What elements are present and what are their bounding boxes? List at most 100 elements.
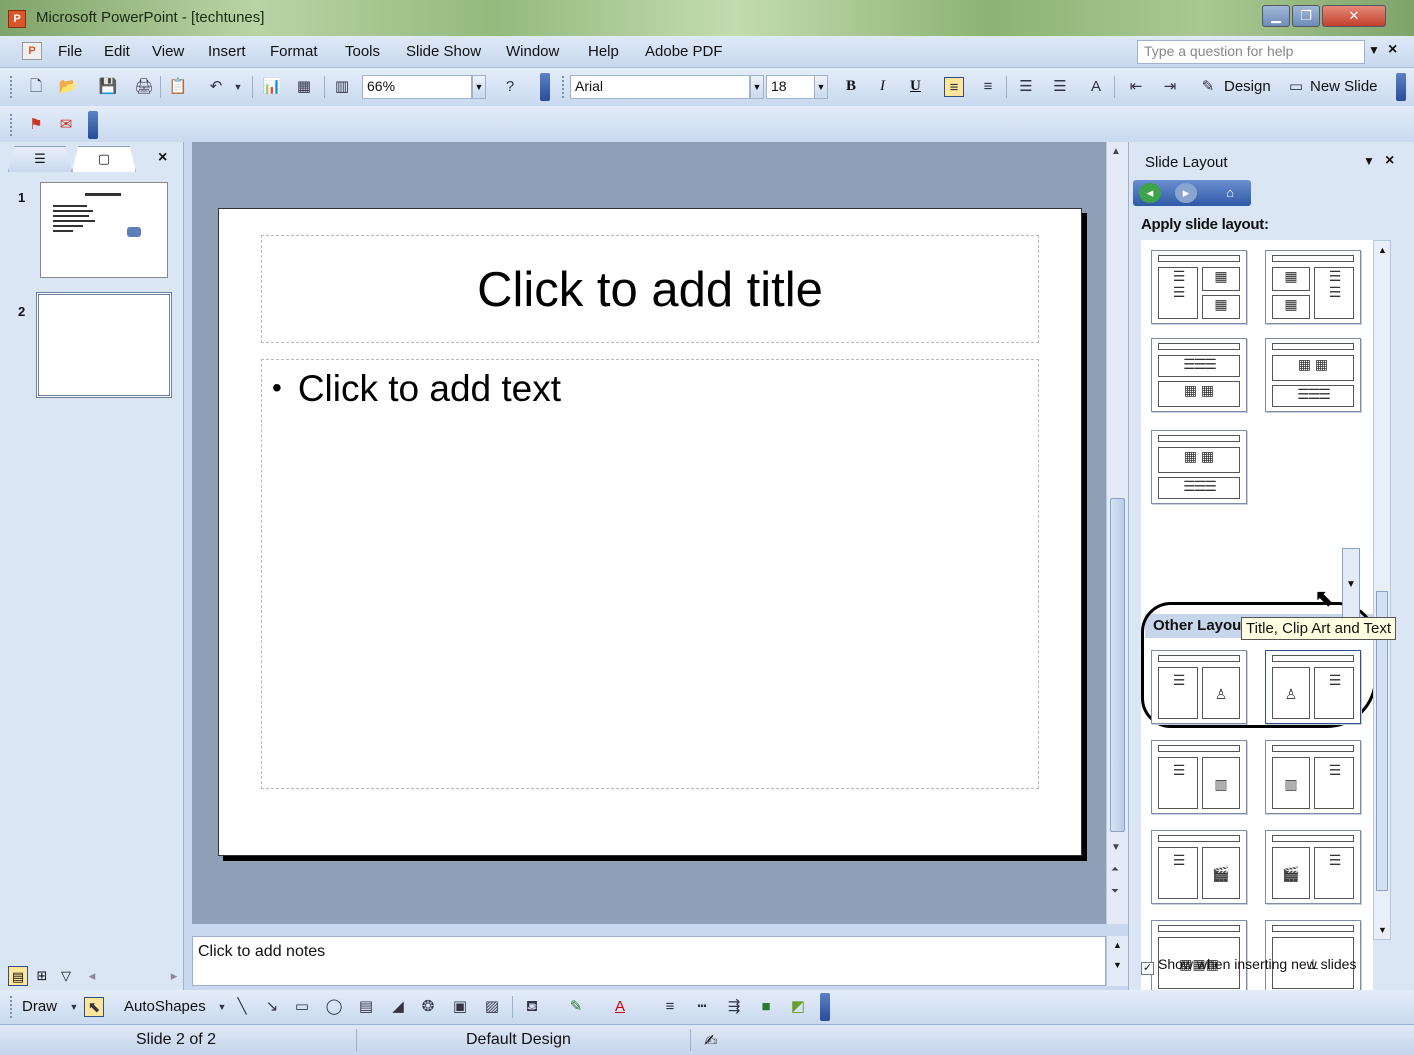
diagram-icon[interactable]: ❂ bbox=[418, 997, 438, 1017]
layout-title-text-content[interactable]: ☰☰☰ ▦ ▦ bbox=[1151, 338, 1247, 412]
insert-chart-icon[interactable]: 📊 bbox=[262, 77, 282, 97]
draw-menu-button[interactable]: Draw bbox=[22, 998, 57, 1015]
menu-file[interactable]: File bbox=[58, 43, 82, 60]
tab-outline[interactable]: ☰ bbox=[8, 146, 72, 172]
grid-icon[interactable]: ▥ bbox=[332, 77, 352, 97]
menu-edit[interactable]: Edit bbox=[104, 43, 130, 60]
toolbar-options-chevron[interactable] bbox=[1396, 73, 1406, 101]
document-icon[interactable]: P bbox=[22, 42, 42, 60]
normal-view-icon[interactable]: ▤ bbox=[8, 966, 28, 986]
paste-icon[interactable]: 📋 bbox=[168, 77, 188, 97]
menu-adobe-pdf[interactable]: Adobe PDF bbox=[645, 43, 723, 60]
chevron-down-icon[interactable]: ▼ bbox=[212, 997, 232, 1017]
chevron-down-icon[interactable]: ▼ bbox=[814, 75, 828, 99]
layout-title-text-media[interactable]: ☰ 🎬 bbox=[1151, 830, 1247, 904]
print-icon[interactable]: 🖨 bbox=[134, 77, 154, 97]
show-when-inserting-checkbox[interactable]: ✓ Show when inserting new slides bbox=[1141, 956, 1356, 975]
autoshapes-menu-button[interactable]: AutoShapes bbox=[124, 998, 206, 1015]
menu-tools[interactable]: Tools bbox=[345, 43, 380, 60]
layout-four-content[interactable]: ▦ ▦ ☰☰☰ bbox=[1151, 430, 1247, 504]
toolbar-grip[interactable] bbox=[10, 996, 13, 1018]
help-icon[interactable]: ? bbox=[500, 77, 520, 97]
font-select[interactable]: Arial bbox=[570, 75, 750, 99]
slide-sorter-icon[interactable]: ⊞ bbox=[32, 966, 52, 986]
insert-picture-icon[interactable]: ▨ bbox=[482, 997, 502, 1017]
close-document-icon[interactable]: × bbox=[1388, 41, 1397, 59]
scroll-left-icon[interactable]: ◂ bbox=[82, 966, 102, 986]
new-slide-button[interactable]: New Slide bbox=[1310, 78, 1378, 95]
toolbar-options-chevron[interactable] bbox=[540, 73, 550, 101]
convert-to-pdf-icon[interactable]: ⚑ bbox=[26, 115, 46, 135]
chevron-down-icon[interactable]: ▼ bbox=[64, 997, 84, 1017]
toolbar-grip[interactable] bbox=[10, 114, 13, 136]
line-color-icon[interactable]: ✎ bbox=[566, 997, 586, 1017]
decrease-indent-icon[interactable]: ⇤ bbox=[1126, 77, 1146, 97]
save-icon[interactable]: 💾 bbox=[98, 77, 118, 97]
next-slide-icon[interactable]: ⏷ bbox=[1111, 886, 1119, 897]
new-slide-icon[interactable]: ▭ bbox=[1286, 77, 1306, 97]
task-pane-scrollbar[interactable]: ▲ ▼ bbox=[1373, 240, 1391, 940]
design-icon[interactable]: ✎ bbox=[1198, 77, 1218, 97]
arrow-icon[interactable]: ↘ bbox=[262, 997, 282, 1017]
slide-vertical-scrollbar[interactable]: ▲ ▼ ⏶ ⏷ bbox=[1106, 142, 1128, 924]
toolbar-options-chevron[interactable] bbox=[88, 111, 98, 139]
bold-button[interactable]: B bbox=[846, 78, 856, 95]
underline-button[interactable]: U bbox=[910, 78, 921, 95]
menu-window[interactable]: Window bbox=[506, 43, 559, 60]
rectangle-icon[interactable]: ▭ bbox=[292, 997, 312, 1017]
increase-font-icon[interactable]: A bbox=[1086, 77, 1106, 97]
help-search-input[interactable]: Type a question for help bbox=[1137, 40, 1365, 64]
powerpoint-app-icon[interactable]: P bbox=[8, 10, 26, 28]
close-window-button[interactable]: ✕ bbox=[1322, 5, 1386, 27]
align-left-icon[interactable]: ≡ bbox=[944, 77, 964, 97]
wordart-icon[interactable]: ◢ bbox=[388, 997, 408, 1017]
layout-dropdown-button[interactable]: ▼ bbox=[1342, 548, 1360, 620]
scrollbar-thumb[interactable] bbox=[1110, 498, 1125, 832]
home-icon[interactable]: ⌂ bbox=[1219, 183, 1241, 203]
italic-button[interactable]: I bbox=[880, 78, 885, 95]
scroll-down-icon[interactable]: ▼ bbox=[1111, 842, 1121, 853]
insert-table-icon[interactable]: ▦ bbox=[294, 77, 314, 97]
fill-color-icon[interactable]: ⛾ bbox=[522, 997, 542, 1017]
notes-scrollbar[interactable]: ▲ ▼ bbox=[1106, 936, 1128, 986]
design-button[interactable]: Design bbox=[1224, 78, 1271, 95]
3d-style-icon[interactable]: ◩ bbox=[788, 997, 808, 1017]
increase-indent-icon[interactable]: ⇥ bbox=[1160, 77, 1180, 97]
back-arrow-icon[interactable]: ◂ bbox=[1139, 183, 1161, 203]
font-size-select[interactable]: 18 bbox=[766, 75, 816, 99]
menu-view[interactable]: View bbox=[152, 43, 184, 60]
layout-text-and-content[interactable]: ☰ ☰ ▦ ▦ bbox=[1151, 250, 1247, 324]
toolbar-options-chevron[interactable] bbox=[820, 993, 830, 1021]
scroll-right-icon[interactable]: ▸ bbox=[164, 966, 184, 986]
slide-thumbnail-1[interactable] bbox=[40, 182, 168, 278]
line-style-icon[interactable]: ≡ bbox=[660, 997, 680, 1017]
close-icon[interactable]: × bbox=[1385, 152, 1394, 170]
line-icon[interactable]: ╲ bbox=[232, 997, 252, 1017]
minimize-button[interactable]: ▁ bbox=[1262, 5, 1290, 27]
toolbar-grip[interactable] bbox=[10, 76, 13, 98]
close-icon[interactable]: × bbox=[158, 149, 167, 167]
numbering-icon[interactable]: ☰ bbox=[1016, 77, 1036, 97]
chevron-down-icon[interactable]: ▼ bbox=[750, 75, 764, 99]
layout-title-text-clipart[interactable]: ☰ ♙ bbox=[1151, 650, 1247, 724]
new-document-icon[interactable]: 🗋 bbox=[26, 77, 46, 97]
oval-icon[interactable]: ◯ bbox=[324, 997, 344, 1017]
open-folder-icon[interactable]: 📂 bbox=[58, 77, 78, 97]
title-placeholder[interactable]: Click to add title bbox=[261, 235, 1039, 343]
layout-title-content-text[interactable]: ▦ ▦ ☰☰☰ bbox=[1265, 338, 1361, 412]
shadow-style-icon[interactable]: ■ bbox=[756, 997, 776, 1017]
task-pane-title[interactable]: Slide Layout bbox=[1145, 154, 1228, 171]
scroll-up-icon[interactable]: ▲ bbox=[1378, 245, 1387, 255]
scroll-up-icon[interactable]: ▲ bbox=[1111, 146, 1121, 157]
menu-slide-show[interactable]: Slide Show bbox=[406, 43, 481, 60]
menu-insert[interactable]: Insert bbox=[208, 43, 246, 60]
chevron-down-icon[interactable]: ▼ bbox=[472, 75, 486, 99]
undo-icon[interactable]: ↶ bbox=[206, 77, 226, 97]
chevron-down-icon[interactable]: ▼ bbox=[228, 77, 248, 97]
clip-art-icon[interactable]: ▣ bbox=[450, 997, 470, 1017]
menu-help[interactable]: Help bbox=[588, 43, 619, 60]
body-placeholder[interactable]: • Click to add text bbox=[261, 359, 1039, 789]
layout-title-text-chart[interactable]: ☰ ▥ bbox=[1151, 740, 1247, 814]
scroll-down-icon[interactable]: ▼ bbox=[1378, 925, 1387, 935]
chevron-down-icon[interactable]: ▼ bbox=[1363, 154, 1375, 168]
